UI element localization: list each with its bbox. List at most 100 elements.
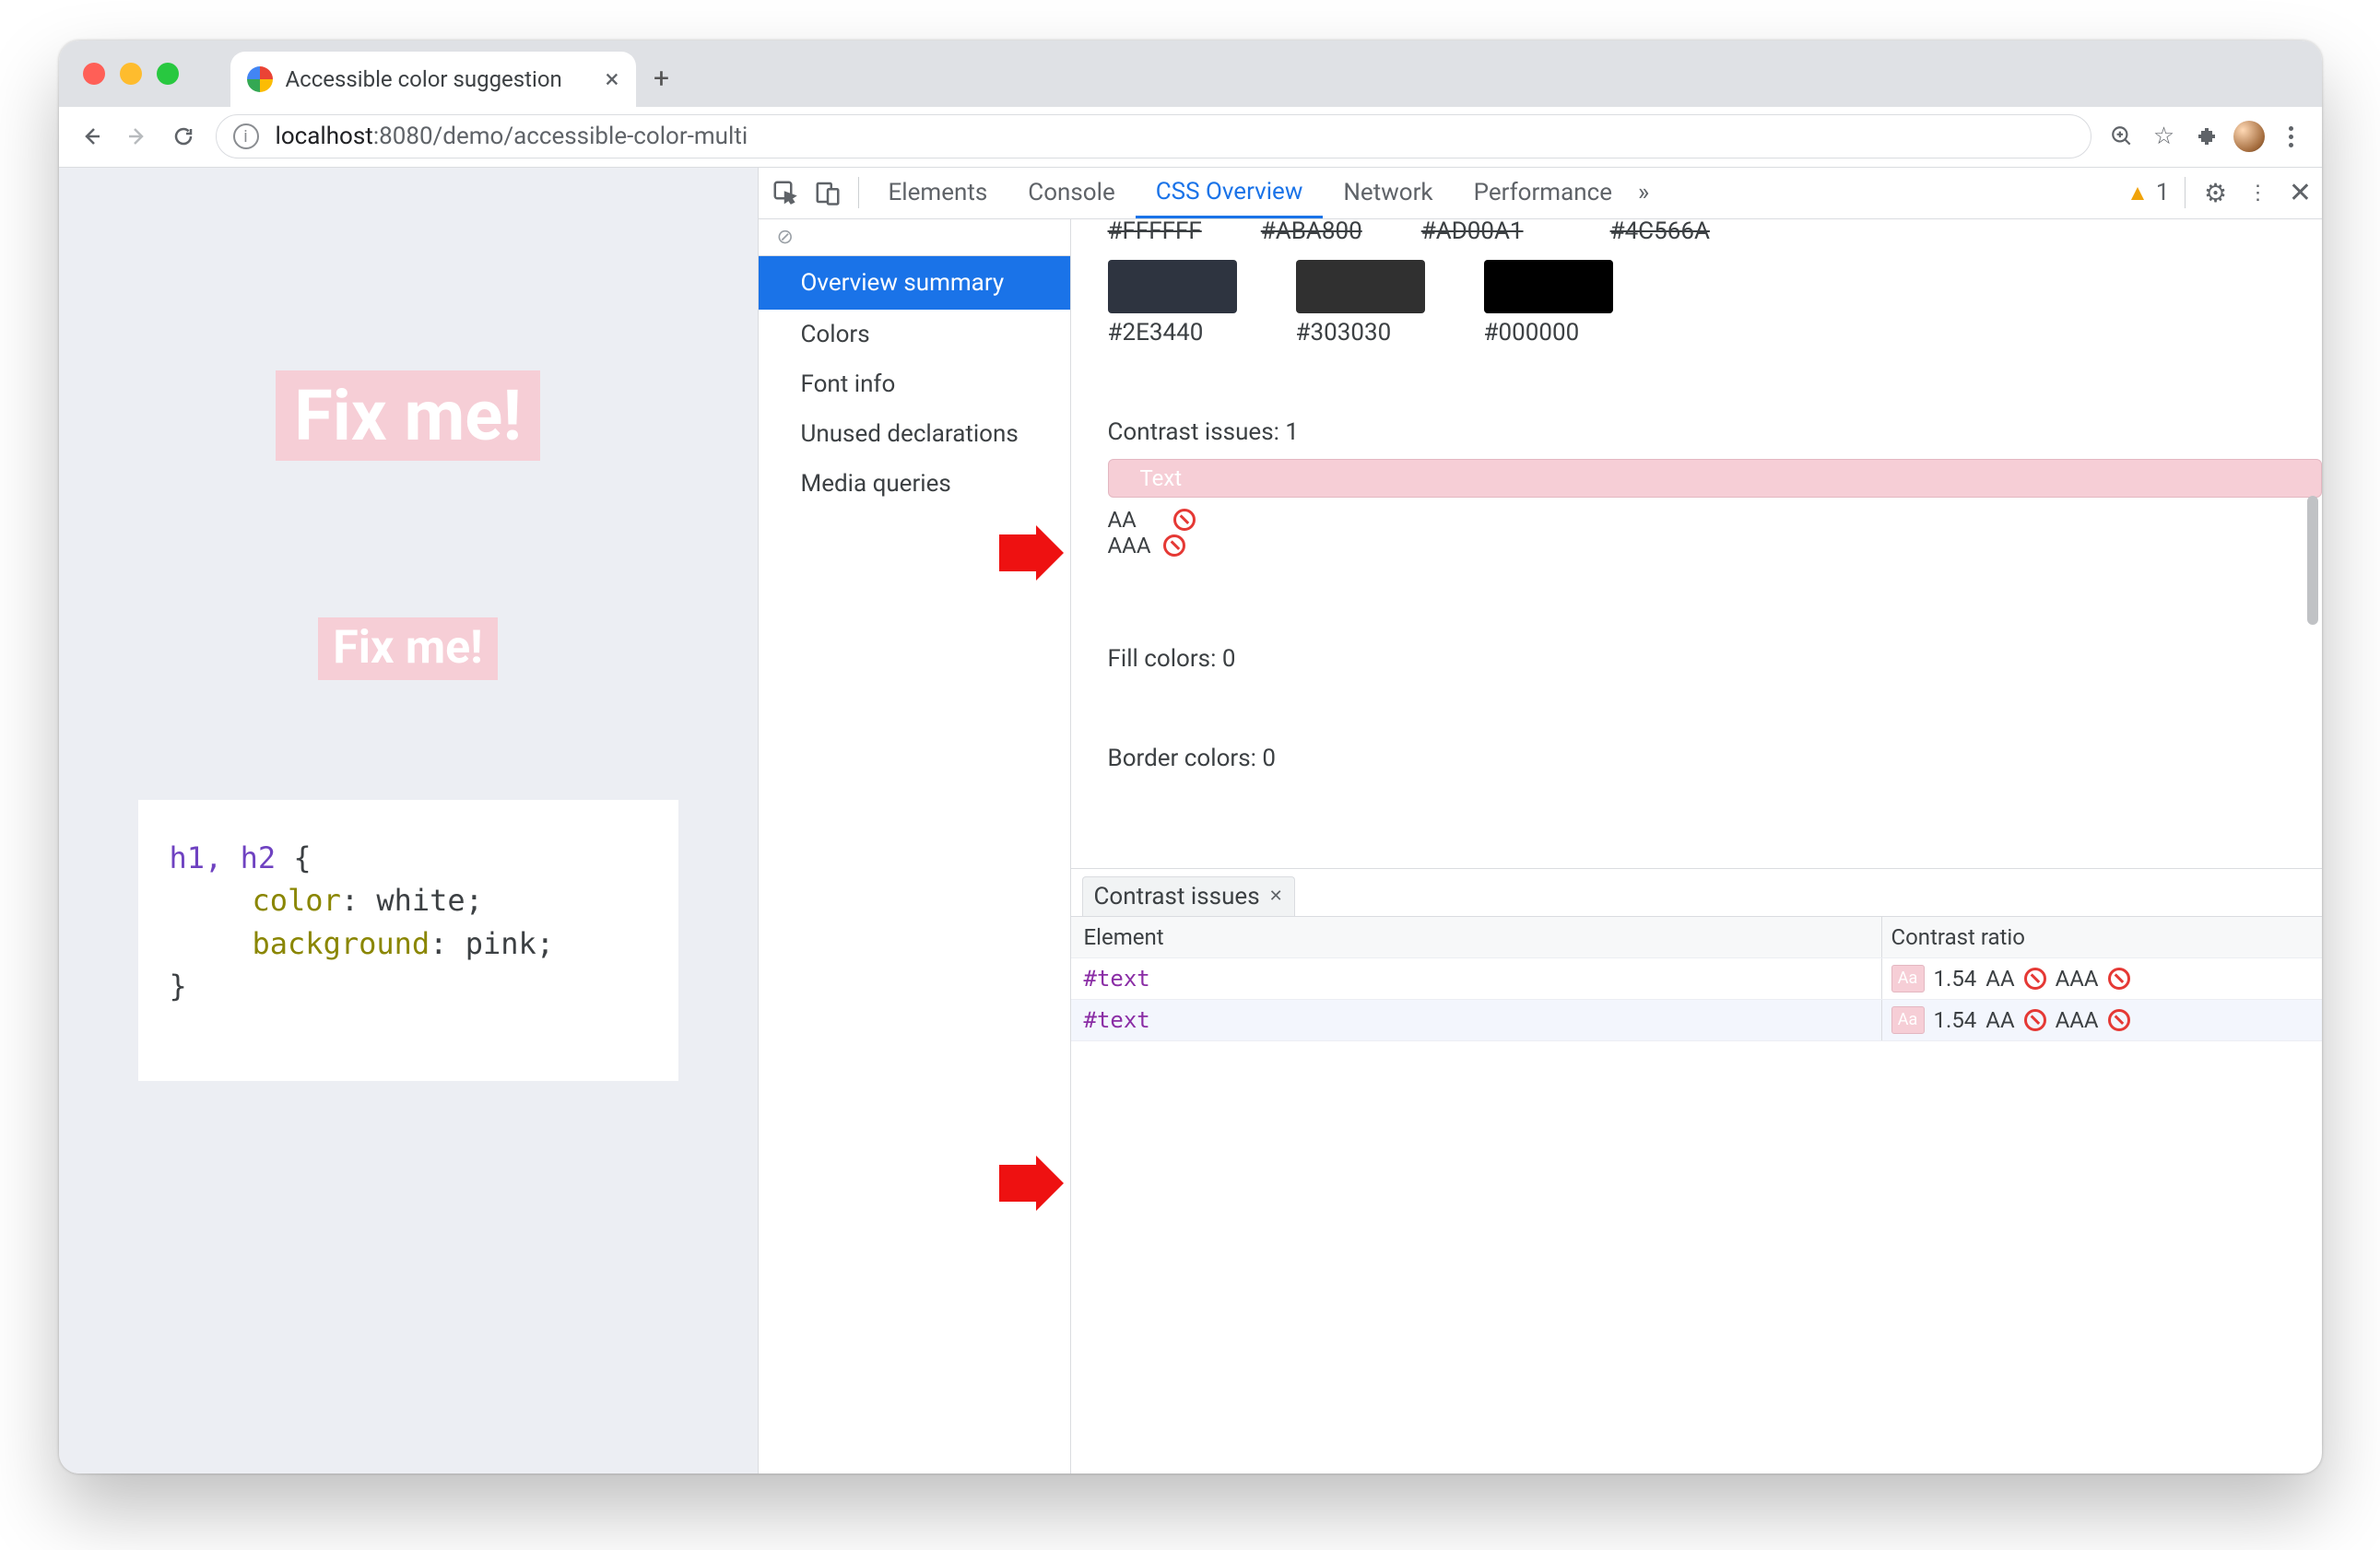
window-traffic-lights (83, 41, 179, 107)
drawer-tabs: Contrast issues ✕ (1071, 869, 2322, 917)
color-label: #4C566A (1610, 217, 1710, 245)
contrast-table: Element Contrast ratio #text Aa 1.54 AA (1071, 917, 2322, 1041)
col-element: Element (1071, 917, 1882, 957)
table-row[interactable]: #text Aa 1.54 AA AAA (1071, 1000, 2322, 1041)
browser-tab[interactable]: Accessible color suggestion × (230, 52, 636, 107)
aaa-label: AAA (2056, 966, 2099, 992)
tab-network[interactable]: Network (1323, 168, 1453, 218)
color-swatch-row (1071, 249, 2322, 317)
section-border-colors: Border colors: 0 (1071, 741, 2322, 776)
aaa-label: AAA (1108, 533, 1151, 558)
warning-count: 1 (2156, 179, 2170, 206)
tab-performance[interactable]: Performance (1454, 168, 1632, 218)
site-info-icon[interactable]: i (233, 123, 259, 149)
url-path: :8080/demo/accessible-color-multi (373, 123, 748, 150)
contrast-text-swatch[interactable]: Text (1108, 459, 2322, 498)
color-swatch[interactable] (1296, 260, 1425, 313)
tab-favicon-icon (247, 66, 273, 92)
profile-avatar[interactable] (2228, 121, 2270, 152)
avatar-icon (2233, 121, 2265, 152)
tab-console[interactable]: Console (1007, 168, 1135, 218)
warnings-indicator[interactable]: ▲ 1 (2127, 179, 2169, 206)
ratio-value: 1.54 (1934, 1007, 1977, 1033)
mini-swatch-icon: Aa (1891, 1006, 1925, 1034)
browser-menu-button[interactable] (2270, 126, 2313, 147)
demo-heading-h1: Fix me! (276, 370, 540, 462)
color-label: #303030 (1296, 319, 1425, 346)
browser-window: Accessible color suggestion × + i localh… (59, 41, 2322, 1474)
url-host: localhost (276, 123, 373, 150)
color-label: #FFFFFF (1108, 217, 1202, 245)
fail-icon (1163, 534, 1185, 557)
css-close-brace: } (170, 965, 647, 1007)
devtools-close-icon[interactable]: ✕ (2280, 177, 2322, 209)
color-label: #000000 (1484, 319, 1613, 346)
sidebar-item-unused-declarations[interactable]: Unused declarations (759, 409, 1070, 459)
table-row[interactable]: #text Aa 1.54 AA AAA (1071, 958, 2322, 1000)
color-label: #ABA800 (1261, 217, 1362, 245)
scrollbar-thumb[interactable] (2307, 496, 2318, 625)
tab-elements[interactable]: Elements (868, 168, 1008, 218)
css-prop-background: background (253, 926, 430, 961)
cell-element: #text (1071, 1000, 1882, 1040)
warning-icon: ▲ (2127, 180, 2149, 206)
nav-forward-button[interactable] (114, 125, 160, 147)
kebab-icon (2289, 126, 2293, 147)
window-minimize-icon[interactable] (120, 63, 142, 85)
fail-icon (2108, 968, 2130, 990)
section-fill-colors: Fill colors: 0 (1071, 641, 2322, 676)
page-zoom-icon[interactable] (2101, 124, 2143, 148)
aa-label: AA (1985, 1007, 2014, 1033)
nav-back-button[interactable] (68, 125, 114, 147)
window-zoom-icon[interactable] (157, 63, 179, 85)
tab-title: Accessible color suggestion (286, 66, 595, 92)
cell-ratio: Aa 1.54 AA AAA (1882, 1000, 2322, 1040)
demo-heading-h2: Fix me! (318, 617, 497, 680)
device-toggle-icon[interactable] (807, 179, 849, 206)
browser-tab-bar: Accessible color suggestion × + (59, 41, 2322, 107)
cell-ratio: Aa 1.54 AA AAA (1882, 958, 2322, 999)
sidebar-item-media-queries[interactable]: Media queries (759, 459, 1070, 509)
rendered-page: Fix me! Fix me! h1, h2 { color: white; b… (59, 168, 758, 1474)
inspect-element-icon[interactable] (764, 179, 807, 206)
fail-icon (2024, 968, 2046, 990)
tab-close-icon[interactable]: × (606, 64, 619, 94)
sidebar-item-overview-summary[interactable]: Overview summary (759, 256, 1070, 310)
sidebar-item-colors[interactable]: Colors (759, 310, 1070, 359)
address-bar[interactable]: i localhost:8080/demo/accessible-color-m… (216, 114, 2091, 159)
css-selector: h1, h2 (170, 840, 277, 875)
mini-swatch-icon: Aa (1891, 965, 1925, 992)
css-val-white: white (376, 883, 465, 918)
fail-icon (1173, 509, 1196, 531)
table-header-row: Element Contrast ratio (1071, 917, 2322, 958)
sidebar-clear-icon[interactable]: ⊘ (759, 219, 1070, 256)
ratio-value: 1.54 (1934, 966, 1977, 992)
browser-toolbar: i localhost:8080/demo/accessible-color-m… (59, 107, 2322, 168)
nav-reload-button[interactable] (160, 125, 206, 147)
drawer-tab-contrast-issues[interactable]: Contrast issues ✕ (1082, 876, 1295, 916)
bottom-drawer: Contrast issues ✕ Element Contrast ratio (1071, 868, 2322, 1041)
color-label-row: #2E3440 #303030 #000000 (1071, 317, 2322, 350)
drawer-tab-close-icon[interactable]: ✕ (1269, 887, 1283, 906)
color-label: #AD00A1 (1421, 217, 1524, 245)
drawer-tab-label: Contrast issues (1094, 883, 1260, 910)
css-overview-sidebar: ⊘ Overview summary Colors Font info Unus… (759, 219, 1071, 1474)
color-swatch[interactable] (1484, 260, 1613, 313)
extensions-icon[interactable] (2186, 125, 2228, 147)
aa-label: AA (1985, 966, 2014, 992)
window-close-icon[interactable] (83, 63, 105, 85)
color-swatch[interactable] (1108, 260, 1237, 313)
devtools-settings-icon[interactable]: ⚙ (2195, 178, 2237, 208)
devtools-body: ⊘ Overview summary Colors Font info Unus… (759, 219, 2322, 1474)
tabs-overflow-icon[interactable]: » (1638, 179, 1649, 206)
aaa-label: AAA (2056, 1007, 2099, 1033)
devtools-menu-icon[interactable]: ⋮ (2237, 182, 2280, 205)
bookmark-star-icon[interactable]: ☆ (2143, 123, 2186, 150)
new-tab-button[interactable]: + (636, 52, 688, 107)
devtools-panel: Elements Console CSS Overview Network Pe… (758, 168, 2322, 1474)
css-val-pink: pink (465, 926, 536, 961)
content-area: Fix me! Fix me! h1, h2 { color: white; b… (59, 168, 2322, 1474)
section-contrast-issues: Contrast issues: 1 (1071, 415, 2322, 450)
tab-css-overview[interactable]: CSS Overview (1136, 168, 1324, 218)
sidebar-item-font-info[interactable]: Font info (759, 359, 1070, 409)
